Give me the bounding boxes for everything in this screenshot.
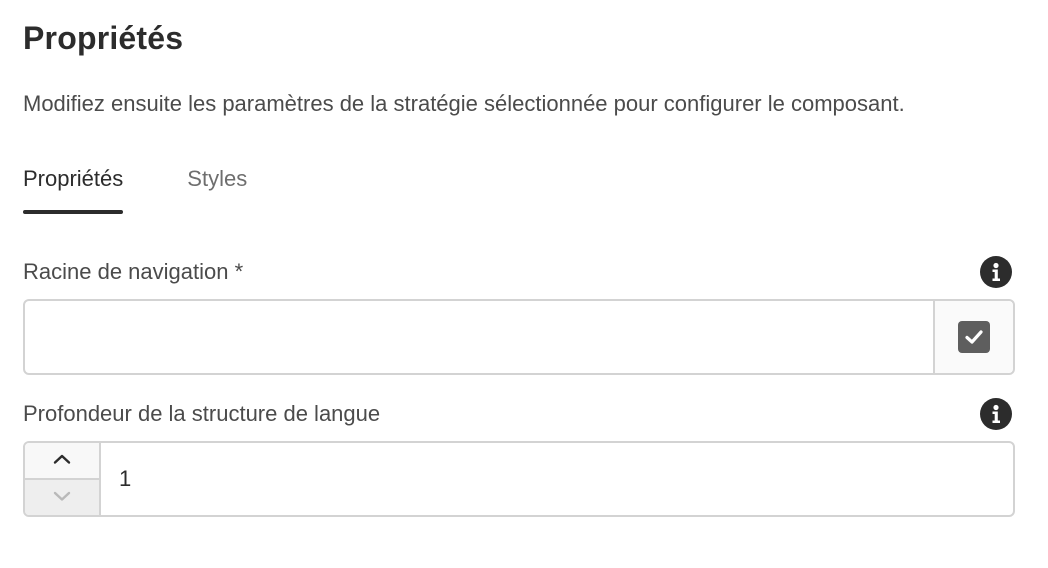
info-icon[interactable]	[980, 398, 1012, 430]
language-depth-input[interactable]	[101, 443, 1013, 515]
language-depth-label: Profondeur de la structure de langue	[23, 401, 381, 426]
description-text: Modifiez ensuite les paramètres de la st…	[23, 91, 905, 116]
navigation-root-input[interactable]	[25, 301, 933, 373]
checkmark-icon	[958, 321, 990, 353]
navigation-root-select-button[interactable]	[933, 301, 1013, 373]
language-depth-numberfield	[23, 441, 1015, 517]
chevron-up-icon	[52, 452, 72, 470]
navigation-root-pathfield	[23, 299, 1015, 375]
increment-button[interactable]	[25, 443, 99, 480]
navigation-root-label: Racine de navigation *	[23, 259, 244, 284]
chevron-down-icon	[52, 489, 72, 507]
tab-styles[interactable]: Styles	[187, 160, 247, 214]
decrement-button[interactable]	[25, 480, 99, 515]
quantity-stepper	[25, 443, 101, 515]
info-icon[interactable]	[980, 256, 1012, 288]
tab-proprietes[interactable]: Propriétés	[23, 160, 124, 214]
page-title: Propriétés	[23, 20, 184, 56]
tab-list: Propriétés Styles	[23, 160, 247, 216]
